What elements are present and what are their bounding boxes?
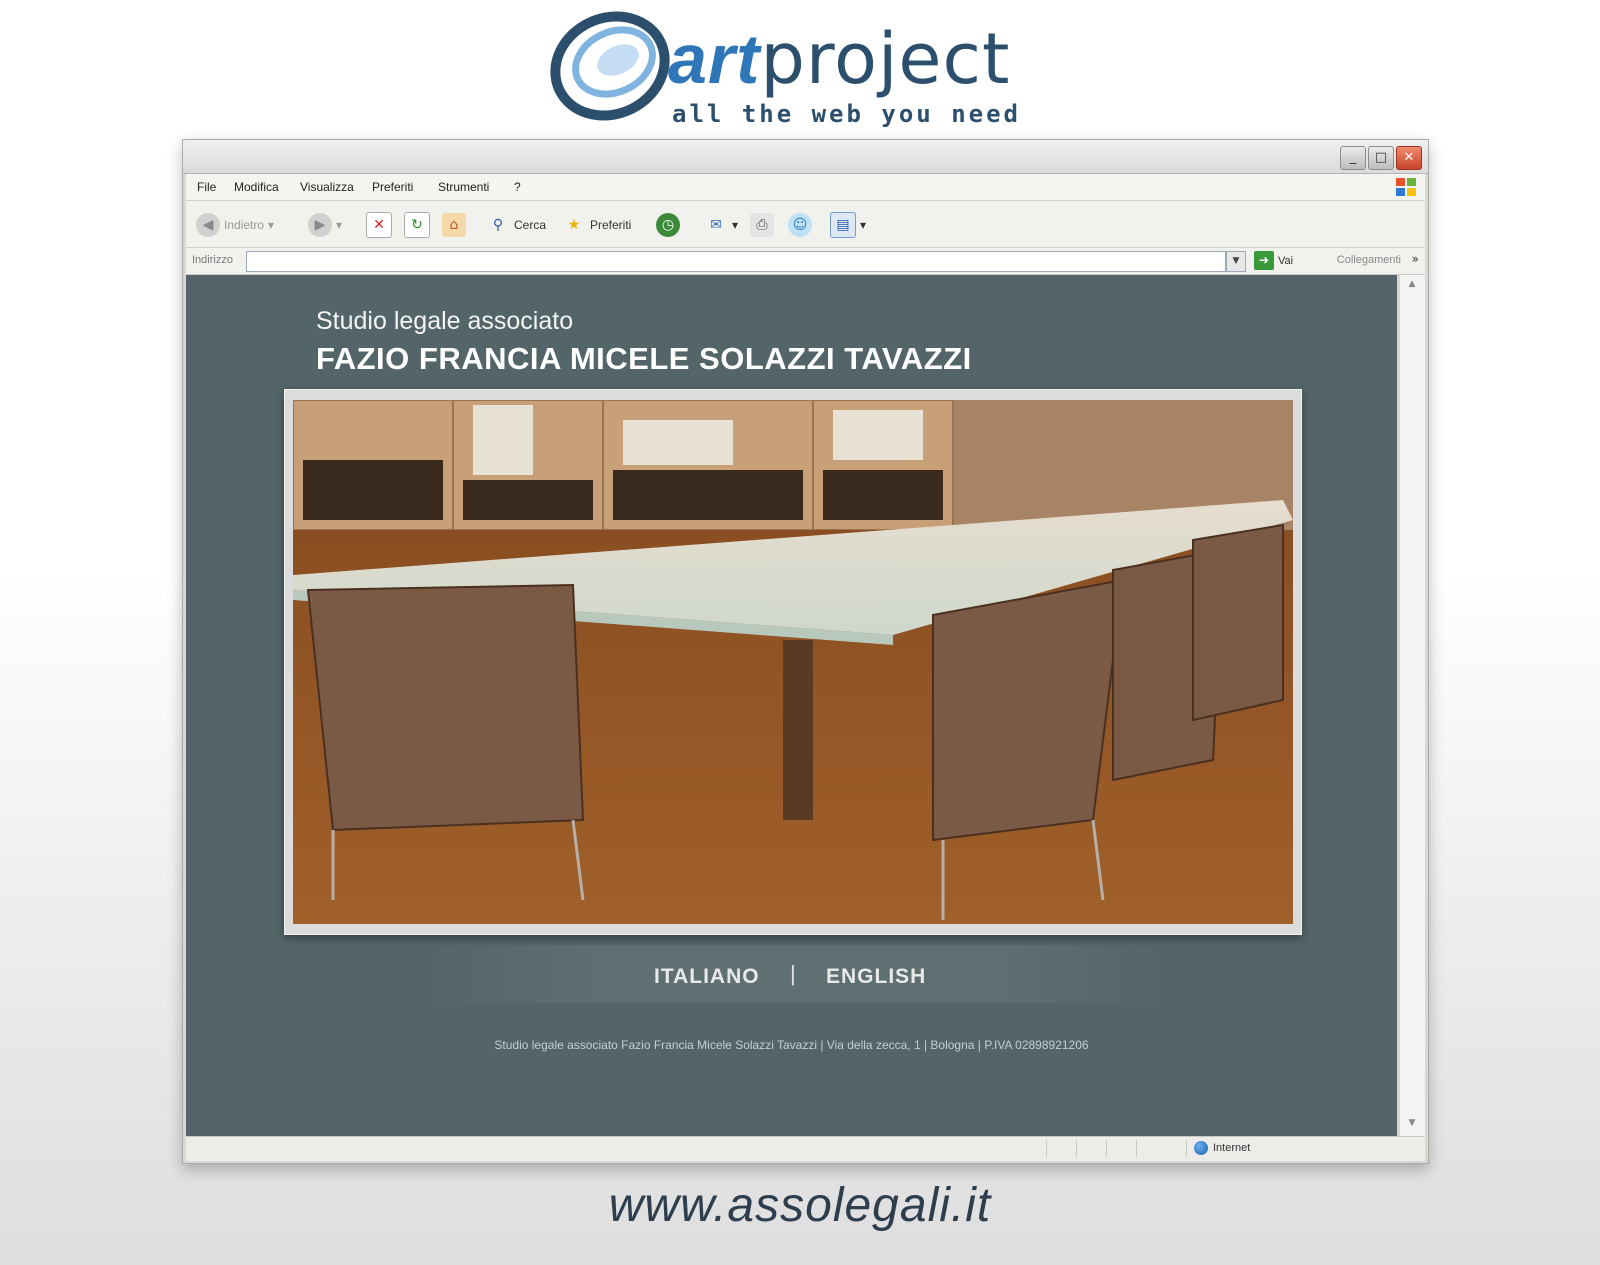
zone-label: Internet: [1213, 1142, 1251, 1154]
edit-page-button[interactable]: ▤ ▾: [830, 211, 866, 239]
stop-icon: ✕: [366, 212, 392, 238]
menu-file[interactable]: File: [197, 180, 216, 194]
menu-preferiti[interactable]: Preferiti: [372, 180, 413, 194]
forward-dropdown-icon: ▾: [336, 218, 343, 232]
edit-page-icon: ▤: [830, 212, 856, 238]
search-icon: ⚲: [492, 217, 504, 233]
refresh-button[interactable]: ↻: [404, 211, 430, 239]
lang-separator: |: [790, 961, 796, 986]
scroll-down-icon[interactable]: ▼: [1403, 1118, 1421, 1134]
history-icon: ◷: [656, 213, 680, 237]
logo-word-project: project: [760, 18, 1011, 100]
globe-icon: [1194, 1141, 1208, 1155]
menu-bar: File Modifica Visualizza Preferiti Strum…: [186, 174, 1425, 201]
vertical-scrollbar[interactable]: ▲ ▼: [1399, 275, 1425, 1138]
mail-button[interactable]: ✉ ▾: [704, 211, 738, 239]
menu-modifica[interactable]: Modifica: [234, 180, 279, 194]
logo-tagline: all the web you need: [672, 100, 1021, 128]
refresh-icon: ↻: [404, 212, 430, 238]
lang-italian-link[interactable]: ITALIANO: [654, 965, 760, 989]
meeting-room-photo: [293, 400, 1293, 924]
mail-dropdown-icon: ▾: [732, 218, 739, 232]
address-dropdown-icon[interactable]: ▼: [1226, 251, 1246, 272]
language-bar: [426, 945, 1168, 1003]
status-divider: [1046, 1140, 1047, 1157]
swirl-logo-icon: [550, 11, 670, 121]
back-dropdown-icon: ▾: [268, 218, 275, 232]
site-footer: Studio legale associato Fazio Francia Mi…: [494, 1038, 1089, 1052]
links-button[interactable]: Collegamenti: [1337, 254, 1401, 266]
messenger-icon: ☺: [788, 213, 812, 237]
search-button[interactable]: ⚲ Cerca: [486, 211, 546, 239]
menu-visualizza[interactable]: Visualizza: [300, 180, 354, 194]
close-button[interactable]: ✕: [1396, 146, 1422, 170]
home-button[interactable]: ⌂: [442, 211, 466, 239]
stop-button[interactable]: ✕: [366, 211, 392, 239]
address-label: Indirizzo: [192, 254, 233, 266]
go-arrow-icon: ➜: [1254, 251, 1274, 270]
menu-strumenti[interactable]: Strumenti: [438, 180, 489, 194]
links-chevron-icon[interactable]: »: [1412, 252, 1419, 266]
back-arrow-icon: ◀: [196, 213, 220, 237]
history-button[interactable]: ◷: [656, 211, 680, 239]
minimize-button[interactable]: _: [1340, 146, 1366, 170]
status-divider: [1186, 1140, 1187, 1157]
title-bar: _ □ ✕: [183, 140, 1428, 174]
scroll-up-icon[interactable]: ▲: [1403, 279, 1421, 295]
print-button[interactable]: ⎙: [750, 211, 774, 239]
menu-help[interactable]: ?: [514, 180, 521, 194]
browser-window: _ □ ✕ File Modifica Visualizza Preferiti…: [182, 139, 1429, 1164]
edit-dropdown-icon: ▾: [860, 218, 867, 232]
back-label: Indietro: [224, 218, 265, 232]
address-bar: Indirizzo ▼ ➜ Vai Collegamenti »: [186, 248, 1425, 275]
status-divider: [1106, 1140, 1107, 1157]
messenger-button[interactable]: ☺: [788, 211, 812, 239]
status-bar: Internet: [186, 1136, 1425, 1161]
forward-button[interactable]: ▶ ▾: [308, 211, 342, 239]
page-viewport: Studio legale associato FAZIO FRANCIA MI…: [186, 275, 1397, 1138]
favorites-star-icon: ★: [567, 217, 581, 233]
artproject-logo: artproject all the web you need: [548, 6, 1018, 128]
logo-wordmark: artproject: [668, 24, 1010, 94]
back-button[interactable]: ◀ Indietro ▾: [196, 211, 274, 239]
site-title: FAZIO FRANCIA MICELE SOLAZZI TAVAZZI: [316, 341, 972, 376]
logo-word-art: art: [668, 20, 761, 98]
print-icon: ⎙: [750, 213, 774, 237]
favorites-label: Preferiti: [590, 218, 632, 232]
maximize-button[interactable]: □: [1368, 146, 1394, 170]
go-button[interactable]: ➜ Vai: [1254, 251, 1293, 270]
home-icon: ⌂: [442, 213, 466, 237]
mail-icon: ✉: [710, 217, 722, 233]
hero-photo-frame: [284, 389, 1302, 935]
forward-arrow-icon: ▶: [308, 213, 332, 237]
security-zone: Internet: [1194, 1141, 1250, 1155]
search-label: Cerca: [514, 218, 547, 232]
standard-toolbar: ◀ Indietro ▾ ▶ ▾ ✕ ↻ ⌂ ⚲ Cerca ★ Preferi…: [186, 201, 1425, 248]
go-label: Vai: [1278, 254, 1294, 267]
status-divider: [1136, 1140, 1137, 1157]
status-divider: [1076, 1140, 1077, 1157]
favorites-button[interactable]: ★ Preferiti: [562, 211, 632, 239]
window-controls: _ □ ✕: [1340, 146, 1422, 170]
address-input[interactable]: [246, 251, 1226, 272]
site-url-caption: www.assolegali.it: [608, 1179, 992, 1232]
lang-english-link[interactable]: ENGLISH: [826, 965, 926, 989]
site-subtitle: Studio legale associato: [316, 307, 574, 335]
windows-flag-icon: [1396, 178, 1416, 196]
